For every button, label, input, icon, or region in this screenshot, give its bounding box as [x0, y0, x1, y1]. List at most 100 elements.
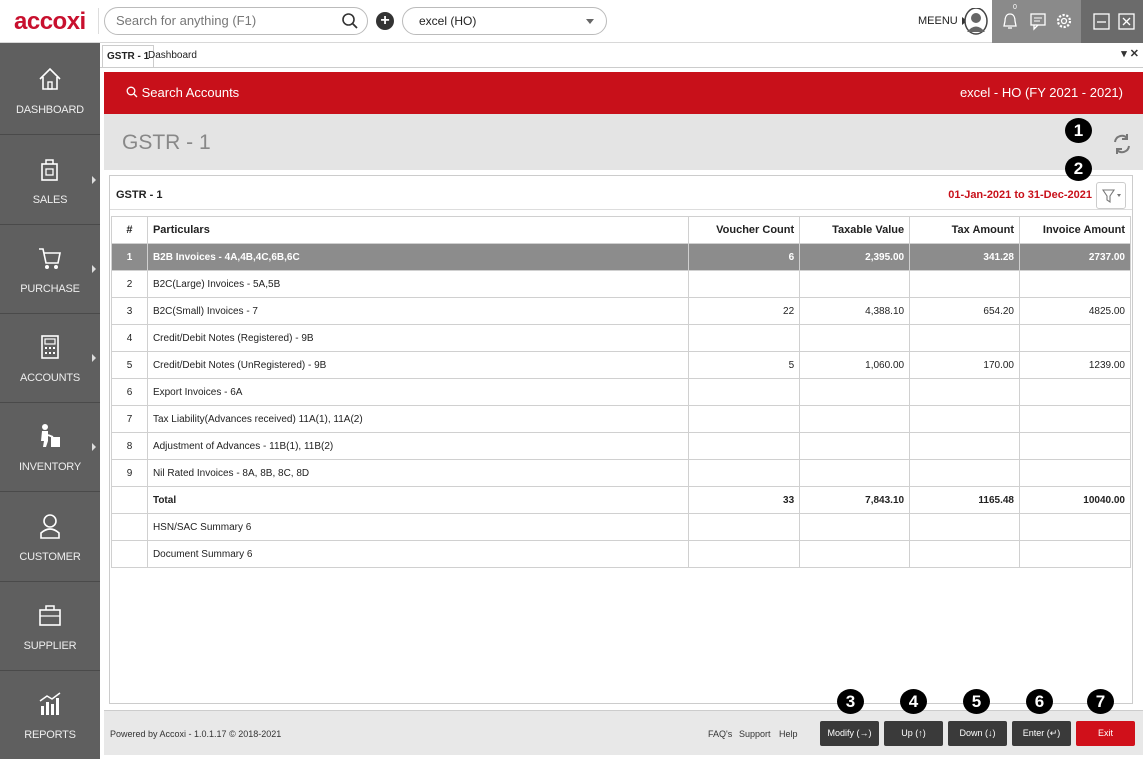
row-taxable-value — [799, 459, 911, 487]
row-tax-amount — [909, 270, 1020, 298]
annotation-badge-2: 2 — [1065, 156, 1092, 181]
page-title: GSTR - 1 — [122, 131, 211, 154]
sidebar-item-sales[interactable]: SALES — [0, 137, 100, 225]
row-particulars: B2C(Small) Invoices - 7 — [146, 297, 690, 325]
top-bar: accoxi Search for anything (F1) + excel … — [0, 0, 1143, 43]
row-invoice-amount — [1019, 378, 1131, 406]
date-range[interactable]: 01-Jan-2021 to 31-Dec-2021 — [948, 189, 1092, 201]
row-number: 8 — [111, 432, 148, 460]
close-icon[interactable] — [1117, 12, 1137, 32]
filter-icon — [1101, 189, 1121, 204]
add-icon[interactable]: + — [376, 12, 394, 30]
row-particulars: Adjustment of Advances - 11B(1), 11B(2) — [146, 432, 690, 460]
row-voucher-count — [688, 405, 801, 433]
row-tax-amount — [909, 459, 1020, 487]
row-tax-amount — [909, 405, 1020, 433]
row-tax-amount: 170.00 — [909, 351, 1020, 379]
row-number: 2 — [111, 270, 148, 298]
sidebar-item-dashboard[interactable]: DASHBOARD — [0, 47, 100, 135]
row-taxable-value — [799, 432, 911, 460]
row-particulars: B2C(Large) Invoices - 5A,5B — [146, 270, 690, 298]
bar-chart-icon — [39, 692, 61, 715]
minimize-icon[interactable] — [1092, 12, 1112, 32]
sidebar-item-label: INVENTORY — [19, 461, 81, 473]
up-button[interactable]: Up (↑) — [884, 721, 943, 746]
support-link[interactable]: Support — [739, 729, 771, 739]
chat-icon[interactable] — [1028, 11, 1048, 31]
sidebar-item-inventory[interactable]: INVENTORY — [0, 404, 100, 492]
sidebar-item-supplier[interactable]: SUPPLIER — [0, 583, 100, 671]
table-row[interactable]: Document Summary 6 — [111, 540, 1131, 568]
search-icon — [126, 86, 138, 98]
row-invoice-amount — [1019, 324, 1131, 352]
sidebar-item-accounts[interactable]: ACCOUNTS — [0, 315, 100, 403]
global-search-input[interactable]: Search for anything (F1) — [104, 7, 368, 35]
refresh-icon[interactable] — [1110, 132, 1134, 156]
enter-button[interactable]: Enter (↵) — [1012, 721, 1071, 746]
table-header-row: # Particulars Voucher Count Taxable Valu… — [111, 216, 1131, 244]
bell-icon[interactable] — [1000, 11, 1020, 31]
table-row[interactable]: HSN/SAC Summary 6 — [111, 513, 1131, 541]
down-button[interactable]: Down (↓) — [948, 721, 1007, 746]
table-row[interactable]: 2 B2C(Large) Invoices - 5A,5B — [111, 270, 1131, 298]
row-number: 3 — [111, 297, 148, 325]
sidebar-item-label: CUSTOMER — [19, 551, 81, 563]
column-header-particulars: Particulars — [146, 216, 690, 244]
home-icon — [39, 67, 61, 90]
row-invoice-amount: 10040.00 — [1019, 486, 1131, 514]
row-particulars: B2B Invoices - 4A,4B,4C,6B,6C — [146, 243, 690, 271]
row-number: 6 — [111, 378, 148, 406]
cart-icon — [39, 248, 61, 269]
table-row[interactable]: 7 Tax Liability(Advances received) 11A(1)… — [111, 405, 1131, 433]
annotation-badge-3: 3 — [837, 689, 864, 714]
column-header-invoice-amount: Invoice Amount — [1019, 216, 1131, 244]
table-row[interactable]: Total 33 7,843.10 1165.48 10040.00 — [111, 486, 1131, 514]
sidebar-item-purchase[interactable]: PURCHASE — [0, 226, 100, 314]
row-tax-amount — [909, 378, 1020, 406]
row-tax-amount: 654.20 — [909, 297, 1020, 325]
company-select[interactable]: excel (HO) — [402, 7, 607, 35]
window-controls — [1081, 0, 1143, 43]
table-row[interactable]: 5 Credit/Debit Notes (UnRegistered) - 9B 5… — [111, 351, 1131, 379]
sidebar-item-reports[interactable]: REPORTS — [0, 672, 100, 760]
divider — [98, 8, 99, 34]
filter-button[interactable] — [1096, 182, 1126, 209]
row-number: 1 — [111, 243, 148, 271]
row-number — [111, 540, 148, 568]
row-invoice-amount: 2737.00 — [1019, 243, 1131, 271]
tab-dashboard[interactable]: Dashboard — [144, 45, 201, 67]
tab-controls[interactable]: ▾ ✕ — [1121, 47, 1139, 60]
toolbar-icons: 0 — [992, 0, 1081, 43]
table-row[interactable]: 1 B2B Invoices - 4A,4B,4C,6B,6C 6 2,395.00 3… — [111, 243, 1131, 271]
accoxi-logo[interactable]: accoxi — [14, 8, 86, 36]
table-row[interactable]: 8 Adjustment of Advances - 11B(1), 11B(2) — [111, 432, 1131, 460]
row-taxable-value — [799, 324, 911, 352]
row-number — [111, 486, 148, 514]
search-accounts-button[interactable]: Search Accounts — [126, 85, 239, 100]
table-row[interactable]: 4 Credit/Debit Notes (Registered) - 9B — [111, 324, 1131, 352]
table-row[interactable]: 6 Export Invoices - 6A — [111, 378, 1131, 406]
menu-label: MEENU — [918, 15, 958, 27]
row-voucher-count — [688, 324, 801, 352]
faqs-link[interactable]: FAQ's — [708, 729, 732, 739]
caret-right-icon — [92, 354, 96, 362]
search-icon[interactable] — [341, 12, 359, 30]
modify-button[interactable]: Modify (→) — [820, 721, 879, 746]
row-voucher-count — [688, 432, 801, 460]
inventory-worker-icon — [41, 424, 60, 447]
row-invoice-amount — [1019, 513, 1131, 541]
row-voucher-count — [688, 270, 801, 298]
exit-button[interactable]: Exit — [1076, 721, 1135, 746]
briefcase-icon — [39, 605, 61, 626]
row-taxable-value — [799, 405, 911, 433]
row-particulars: Document Summary 6 — [146, 540, 690, 568]
row-tax-amount — [909, 513, 1020, 541]
user-avatar-icon[interactable] — [964, 8, 988, 35]
row-taxable-value — [799, 513, 911, 541]
gear-icon[interactable] — [1054, 11, 1074, 31]
sidebar-item-customer[interactable]: CUSTOMER — [0, 494, 100, 582]
table-row[interactable]: 9 Nil Rated Invoices - 8A, 8B, 8C, 8D — [111, 459, 1131, 487]
menu-button[interactable]: MEENU — [918, 15, 967, 27]
help-link[interactable]: Help — [779, 729, 798, 739]
table-row[interactable]: 3 B2C(Small) Invoices - 7 22 4,388.10 654.20… — [111, 297, 1131, 325]
